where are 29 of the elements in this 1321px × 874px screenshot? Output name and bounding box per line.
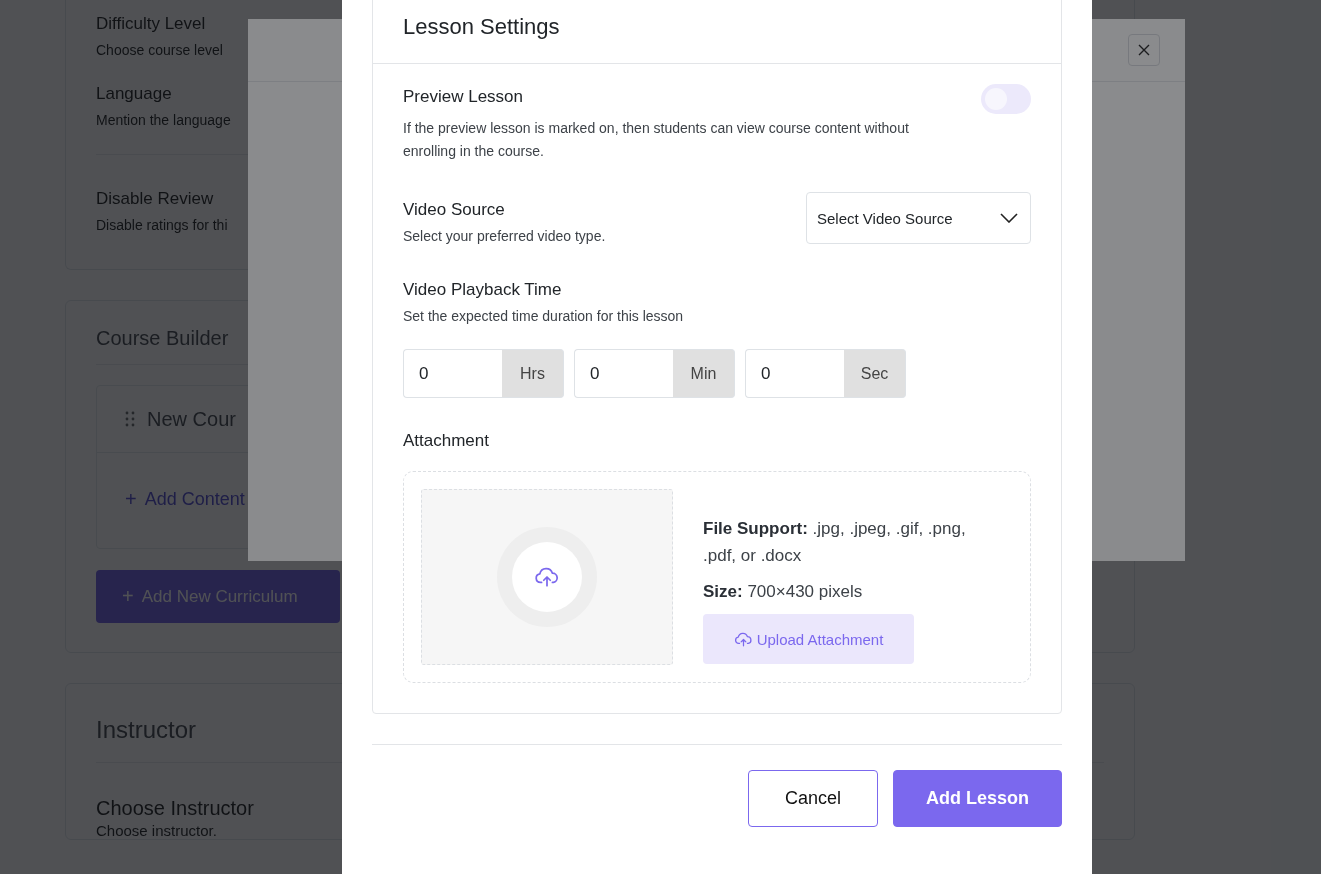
field-description: Set the expected time duration for this lesson: [403, 307, 685, 326]
modal-title: Lesson Settings: [403, 14, 560, 40]
field-label: Video Source: [403, 200, 506, 220]
drag-handle-icon: [125, 411, 135, 427]
upload-circle-button[interactable]: [512, 542, 582, 612]
plus-icon: +: [122, 585, 134, 608]
field-label: Attachment: [403, 431, 490, 451]
field-description: If the preview lesson is marked on, then students can view course content without enrolling in the course.: [403, 119, 910, 161]
size-text: Size: 700×430 pixels: [703, 581, 864, 603]
setting-label: Choose Instructor: [96, 797, 254, 820]
video-source-select[interactable]: Select Video Source: [806, 192, 1031, 244]
add-lesson-button[interactable]: Add Lesson: [893, 770, 1062, 827]
file-support-text: File Support: .jpg, .jpeg, .gif, .png, .pdf, or .docx: [703, 518, 967, 567]
setting-label: Language: [96, 84, 172, 104]
field-label: Preview Lesson: [403, 87, 524, 107]
upload-attachment-button[interactable]: Upload Attachment: [703, 614, 914, 664]
field-description: Select your preferred video type.: [403, 227, 606, 246]
setting-description: Mention the language: [96, 112, 231, 128]
setting-description: Choose course level: [96, 42, 223, 58]
plus-icon: +: [125, 488, 137, 511]
close-button[interactable]: [1128, 34, 1160, 66]
setting-description: Choose instructor.: [96, 822, 217, 839]
setting-description: Disable ratings for thi: [96, 217, 228, 233]
setting-label: Difficulty Level: [96, 14, 206, 34]
cancel-button[interactable]: Cancel: [748, 770, 878, 827]
field-label: Video Playback Time: [403, 280, 563, 300]
close-icon: [1138, 44, 1150, 56]
setting-label: Disable Review: [96, 189, 214, 209]
chevron-down-icon: [1000, 213, 1018, 223]
